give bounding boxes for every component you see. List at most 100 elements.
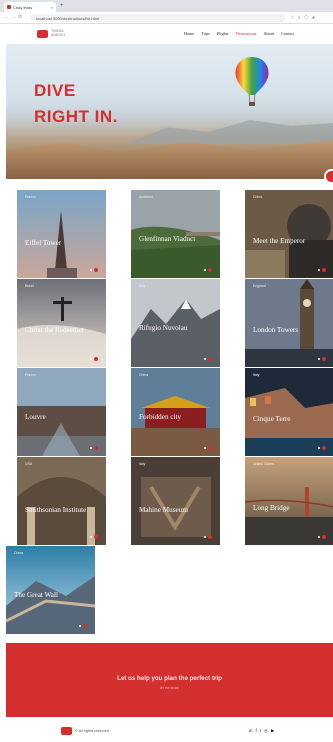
destination-card[interactable]: France Eiffel Tower bbox=[17, 190, 106, 278]
hero-title-line1: DIVE bbox=[34, 81, 76, 100]
nav-trips[interactable]: Trips bbox=[201, 31, 210, 36]
logo-icon[interactable] bbox=[37, 30, 48, 38]
page-dot bbox=[318, 447, 320, 449]
nav-contact[interactable]: Contact bbox=[281, 31, 294, 36]
favorite-icon[interactable] bbox=[208, 535, 212, 539]
browser-tab[interactable]: Chạy thrav × bbox=[4, 2, 56, 12]
destination-photo bbox=[17, 457, 106, 545]
logo-text[interactable]: TRAVEL AGENCY bbox=[51, 29, 73, 37]
destination-card[interactable]: England London Towers bbox=[245, 279, 333, 367]
page-dot bbox=[204, 358, 206, 360]
destination-name: The Great Wall bbox=[14, 591, 58, 599]
main-nav: Home Trips Flights Destinations About Co… bbox=[184, 31, 294, 36]
page-dot bbox=[318, 358, 320, 360]
instagram-icon[interactable]: ◎ bbox=[264, 728, 268, 734]
destination-card[interactable]: Italy Mahine Museum bbox=[131, 457, 220, 545]
destination-country: United States bbox=[253, 462, 275, 466]
favorite-icon[interactable] bbox=[94, 268, 98, 272]
destination-photo bbox=[17, 279, 106, 367]
destination-name: Smithsonian Institute bbox=[25, 506, 87, 514]
destination-card[interactable]: China Forbidden city bbox=[131, 368, 220, 456]
destination-name: Mahine Museum bbox=[139, 506, 188, 514]
destination-photo bbox=[245, 279, 333, 367]
forward-icon[interactable]: → bbox=[11, 14, 16, 20]
favorite-icon[interactable] bbox=[322, 446, 326, 450]
destination-card[interactable]: Italy Rifugio Nuvolau bbox=[131, 279, 220, 367]
twitter-icon[interactable]: t bbox=[260, 728, 261, 734]
favorite-icon[interactable] bbox=[208, 446, 212, 450]
page-dot bbox=[90, 269, 92, 271]
destination-card[interactable]: China The Great Wall bbox=[6, 546, 95, 634]
destination-name: Christ the Redeemer bbox=[25, 326, 85, 334]
back-icon[interactable]: ← bbox=[4, 14, 9, 20]
destination-name: Meet the Emperor bbox=[253, 237, 306, 245]
destination-name: Forbidden city bbox=[139, 413, 182, 421]
cta-link[interactable]: let me know bbox=[6, 686, 333, 690]
facebook-icon[interactable]: f bbox=[256, 728, 257, 734]
destination-country: Italy bbox=[139, 284, 146, 288]
destination-name: Eiffel Tower bbox=[25, 239, 62, 247]
new-tab-button[interactable]: + bbox=[60, 3, 64, 9]
destination-card[interactable]: Scotland Glenfinnan Viaduct bbox=[131, 190, 220, 278]
favorite-icon[interactable] bbox=[83, 624, 87, 628]
destination-card[interactable]: United States Long Bridge bbox=[245, 457, 333, 545]
url-text: localhost:3000/destinations/list.html bbox=[36, 15, 99, 21]
page-dot bbox=[204, 447, 206, 449]
favorite-icon[interactable] bbox=[322, 357, 326, 361]
destination-name: Louvre bbox=[25, 413, 46, 421]
destination-country: Brazil bbox=[25, 284, 34, 288]
destination-name: Long Bridge bbox=[253, 504, 290, 512]
page-dot bbox=[90, 358, 92, 360]
destination-country: China bbox=[139, 373, 149, 377]
extension-icons[interactable]: ☆ ◐ ⬡ ● bbox=[290, 15, 316, 21]
tab-title: Chạy thrav bbox=[13, 4, 33, 10]
reload-icon[interactable]: ⟳ bbox=[18, 14, 22, 20]
favorite-icon[interactable] bbox=[322, 535, 326, 539]
destination-photo bbox=[245, 368, 333, 456]
nav-home[interactable]: Home bbox=[184, 31, 194, 36]
favorite-icon[interactable] bbox=[94, 357, 98, 361]
destination-country: France bbox=[25, 373, 36, 377]
destination-card[interactable]: Italy Cinque Terre bbox=[245, 368, 333, 456]
destination-country: England bbox=[253, 284, 266, 288]
nav-destinations[interactable]: Destinations bbox=[236, 31, 257, 36]
page-dot bbox=[90, 447, 92, 449]
destination-name: Cinque Terre bbox=[253, 415, 291, 423]
footer-logo-icon[interactable] bbox=[61, 727, 72, 735]
destination-country: China bbox=[253, 195, 263, 199]
favorite-icon[interactable] bbox=[322, 268, 326, 272]
destination-name: Rifugio Nuvolau bbox=[139, 324, 188, 332]
favorite-icon[interactable] bbox=[94, 535, 98, 539]
destination-card[interactable]: USA Smithsonian Institute bbox=[17, 457, 106, 545]
nav-flights[interactable]: Flights bbox=[217, 31, 229, 36]
destination-card[interactable]: China Meet the Emperor bbox=[245, 190, 333, 278]
destination-country: USA bbox=[25, 462, 33, 466]
page-dot bbox=[204, 536, 206, 538]
nav-about[interactable]: About bbox=[264, 31, 274, 36]
page-dot bbox=[90, 536, 92, 538]
destination-card[interactable]: France Louvre bbox=[17, 368, 106, 456]
page-dot bbox=[79, 625, 81, 627]
favorite-icon[interactable] bbox=[208, 268, 212, 272]
destination-country: China bbox=[14, 551, 24, 555]
hero-title: DIVE RIGHT IN. bbox=[34, 78, 118, 130]
destination-country: France bbox=[25, 195, 36, 199]
chat-bubble-button[interactable] bbox=[326, 171, 333, 182]
page-dot bbox=[318, 269, 320, 271]
page-dot bbox=[204, 269, 206, 271]
destination-name: London Towers bbox=[253, 326, 299, 334]
destination-photo bbox=[131, 457, 220, 545]
destination-card[interactable]: Brazil Christ the Redeemer bbox=[17, 279, 106, 367]
tab-close-icon[interactable]: × bbox=[51, 5, 53, 10]
url-input[interactable]: localhost:3000/destinations/list.html bbox=[30, 14, 285, 22]
destination-photo bbox=[17, 190, 106, 278]
favorite-icon[interactable] bbox=[94, 446, 98, 450]
destination-photo bbox=[245, 190, 333, 278]
hot-air-balloon-icon bbox=[235, 57, 269, 106]
favorite-icon[interactable] bbox=[208, 357, 212, 361]
footer-copyright: © All rights reserved bbox=[75, 729, 110, 733]
youtube-icon[interactable]: ▶ bbox=[271, 728, 274, 734]
linkedin-icon[interactable]: in bbox=[249, 728, 253, 734]
destination-country: Italy bbox=[139, 462, 146, 466]
destination-photo bbox=[245, 457, 333, 545]
